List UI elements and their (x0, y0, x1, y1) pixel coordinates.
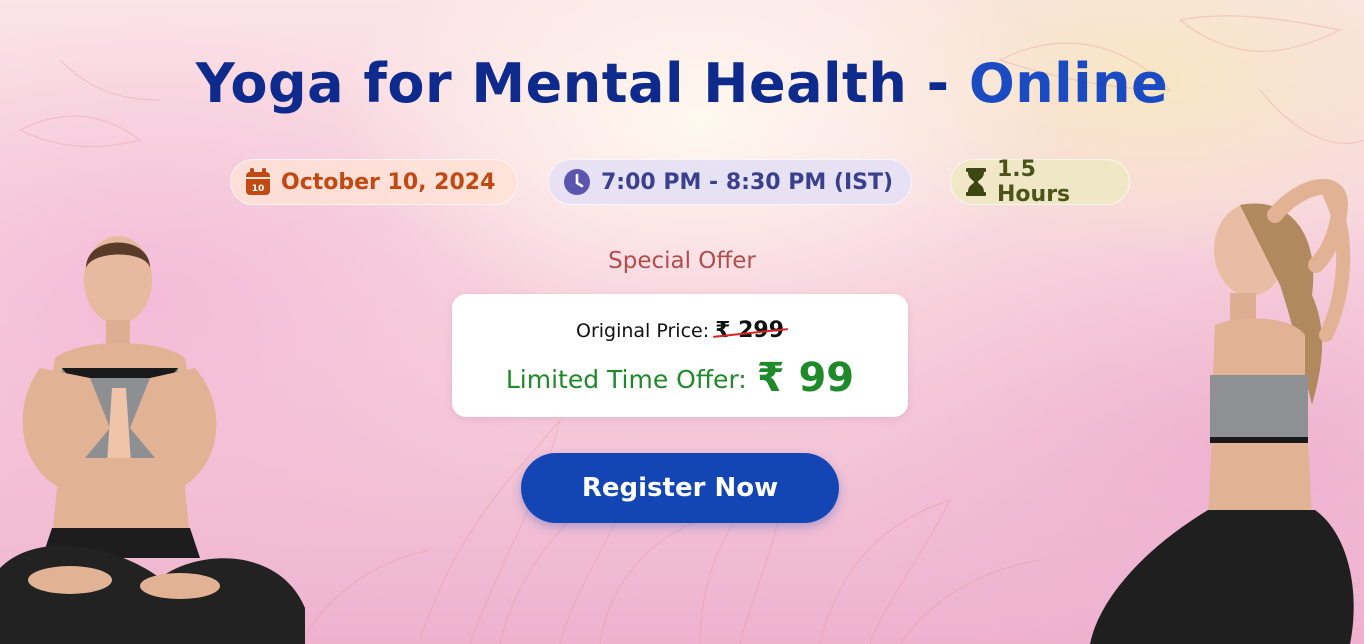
title-main: Yoga for Mental Health - (195, 52, 969, 115)
left-yoga-figure (0, 236, 305, 644)
original-price-label: Original Price: (575, 320, 710, 342)
event-duration: 1.5 Hours (997, 157, 1071, 207)
event-time: 7:00 PM - 8:30 PM (IST) (601, 169, 894, 195)
limited-offer-label: Limited Time Offer: (505, 365, 747, 394)
register-now-button[interactable]: Register Now (521, 453, 839, 523)
original-price-row: Original Price: ₹ 299 (452, 318, 908, 343)
event-duration-badge: 1.5 Hours (950, 157, 1130, 207)
limited-offer-row: Limited Time Offer: ₹ 99 (452, 352, 908, 401)
event-time-badge: 7:00 PM - 8:30 PM (IST) (548, 159, 912, 205)
original-price-value: ₹ 299 (715, 318, 785, 343)
limited-offer-price: ₹ 99 (756, 355, 855, 401)
clock-icon (564, 169, 590, 195)
page-title: Yoga for Mental Health - Online (0, 52, 1364, 115)
price-card: Original Price: ₹ 299 Limited Time Offer:… (452, 294, 908, 417)
calendar-icon-day: 10 (252, 184, 265, 194)
hourglass-icon (966, 168, 986, 196)
event-date-badge: 10 October 10, 2024 (230, 159, 518, 205)
special-offer-heading: Special Offer (608, 248, 756, 274)
event-date: October 10, 2024 (281, 169, 496, 195)
title-accent: Online (968, 52, 1169, 115)
right-yoga-figure (1090, 179, 1354, 644)
calendar-icon: 10 (246, 168, 270, 195)
